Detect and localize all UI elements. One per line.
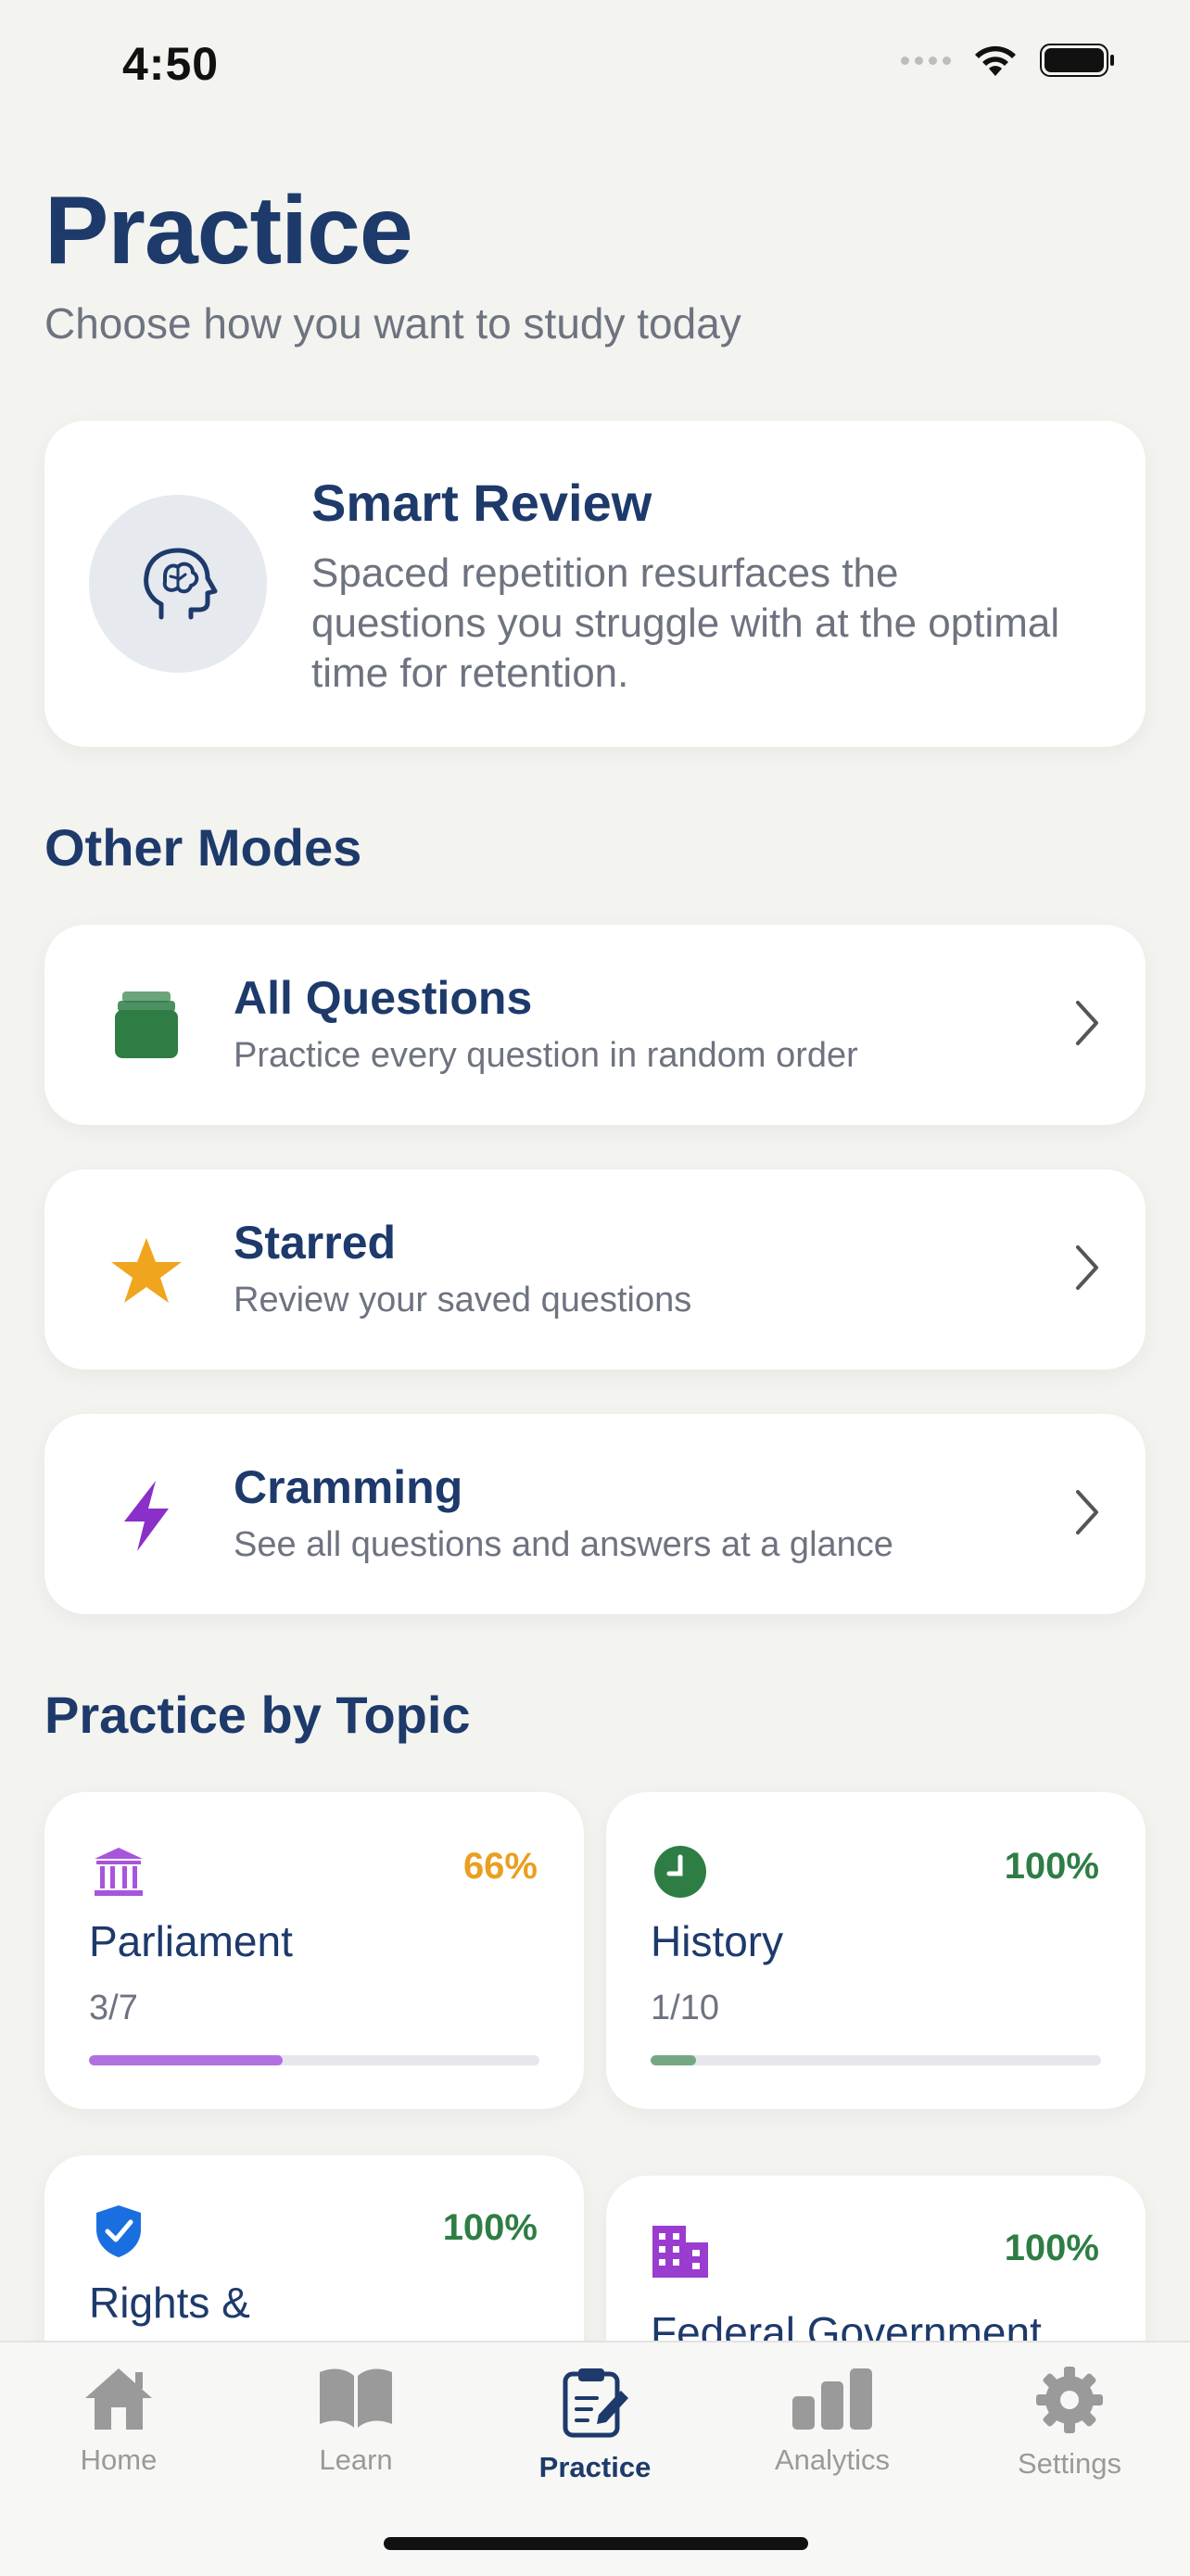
mode-subtitle: See all questions and answers at a glanc… <box>234 1525 893 1564</box>
tab-learn[interactable]: Learn <box>254 2365 458 2477</box>
chevron-right-icon <box>1076 1245 1098 1290</box>
mode-title: Cramming <box>234 1461 463 1513</box>
topic-name: History <box>651 1917 784 1965</box>
topic-progress-fill <box>651 2055 696 2065</box>
smart-review-icon-circle <box>89 495 267 673</box>
status-icons <box>901 43 1116 78</box>
tab-label: Analytics <box>774 2443 891 2476</box>
mode-title: Starred <box>234 1217 397 1269</box>
parliament-icon <box>89 1842 148 1901</box>
gear-icon <box>1036 2367 1103 2433</box>
page-title: Practice <box>44 177 413 284</box>
topic-card-parliament[interactable]: 66% Parliament 3/7 <box>44 1792 584 2109</box>
house-icon <box>85 2368 152 2430</box>
other-modes-heading: Other Modes <box>44 818 362 877</box>
topic-name: Parliament <box>89 1917 293 1965</box>
tab-home[interactable]: Home <box>17 2365 221 2477</box>
topic-percent: 100% <box>1004 1846 1099 1887</box>
topic-name: Rights & <box>89 2279 250 2327</box>
smart-review-card[interactable]: Smart Review Spaced repetition resurface… <box>44 421 1146 747</box>
page-subtitle: Choose how you want to study today <box>44 299 741 347</box>
building-icon <box>651 2222 710 2281</box>
cellular-signal-icon <box>901 56 951 65</box>
topic-progress-fill <box>89 2055 283 2065</box>
topic-percent: 66% <box>462 1846 538 1887</box>
mode-title: All Questions <box>234 972 533 1024</box>
mode-subtitle: Review your saved questions <box>234 1281 692 1320</box>
battery-icon <box>1040 44 1114 77</box>
status-bar: 4:50 <box>0 0 1190 130</box>
clock-icon <box>651 1842 710 1901</box>
mode-subtitle: Practice every question in random order <box>234 1036 858 1075</box>
bolt-icon <box>100 1470 193 1562</box>
tab-analytics[interactable]: Analytics <box>730 2365 934 2477</box>
shield-check-icon <box>89 2202 148 2261</box>
tab-settings[interactable]: Settings <box>968 2365 1171 2481</box>
bar-chart-icon <box>792 2368 872 2430</box>
tab-label: Settings <box>1017 2447 1121 2480</box>
mode-all-questions[interactable]: All Questions Practice every question in… <box>44 925 1146 1125</box>
topics-heading: Practice by Topic <box>44 1686 471 1744</box>
tab-label: Home <box>80 2443 158 2476</box>
mode-starred[interactable]: Starred Review your saved questions <box>44 1169 1146 1370</box>
topic-percent: 100% <box>1004 2228 1099 2268</box>
topic-progress-bar <box>651 2055 1101 2065</box>
tab-label: Practice <box>538 2451 652 2483</box>
topic-count: 3/7 <box>89 1989 138 2027</box>
topic-progress-bar <box>89 2055 539 2065</box>
tab-practice[interactable]: Practice <box>493 2365 697 2484</box>
chevron-right-icon <box>1076 1001 1098 1045</box>
smart-review-title: Smart Review <box>311 474 652 532</box>
mode-cramming[interactable]: Cramming See all questions and answers a… <box>44 1414 1146 1614</box>
chevron-right-icon <box>1076 1490 1098 1534</box>
topic-percent: 100% <box>442 2207 538 2248</box>
topic-count: 1/10 <box>651 1989 719 2027</box>
stack-icon <box>100 980 193 1073</box>
status-time: 4:50 <box>122 38 220 90</box>
tab-label: Learn <box>319 2443 393 2476</box>
topic-card-history[interactable]: 100% History 1/10 <box>606 1792 1146 2109</box>
clipboard-pencil-icon <box>563 2368 628 2438</box>
brain-head-icon <box>144 548 218 620</box>
wifi-icon <box>975 45 1016 76</box>
smart-review-description: Spaced repetition resurfaces the questio… <box>311 550 1060 696</box>
star-icon <box>100 1225 193 1318</box>
book-icon <box>320 2368 392 2428</box>
home-indicator <box>384 2537 808 2550</box>
